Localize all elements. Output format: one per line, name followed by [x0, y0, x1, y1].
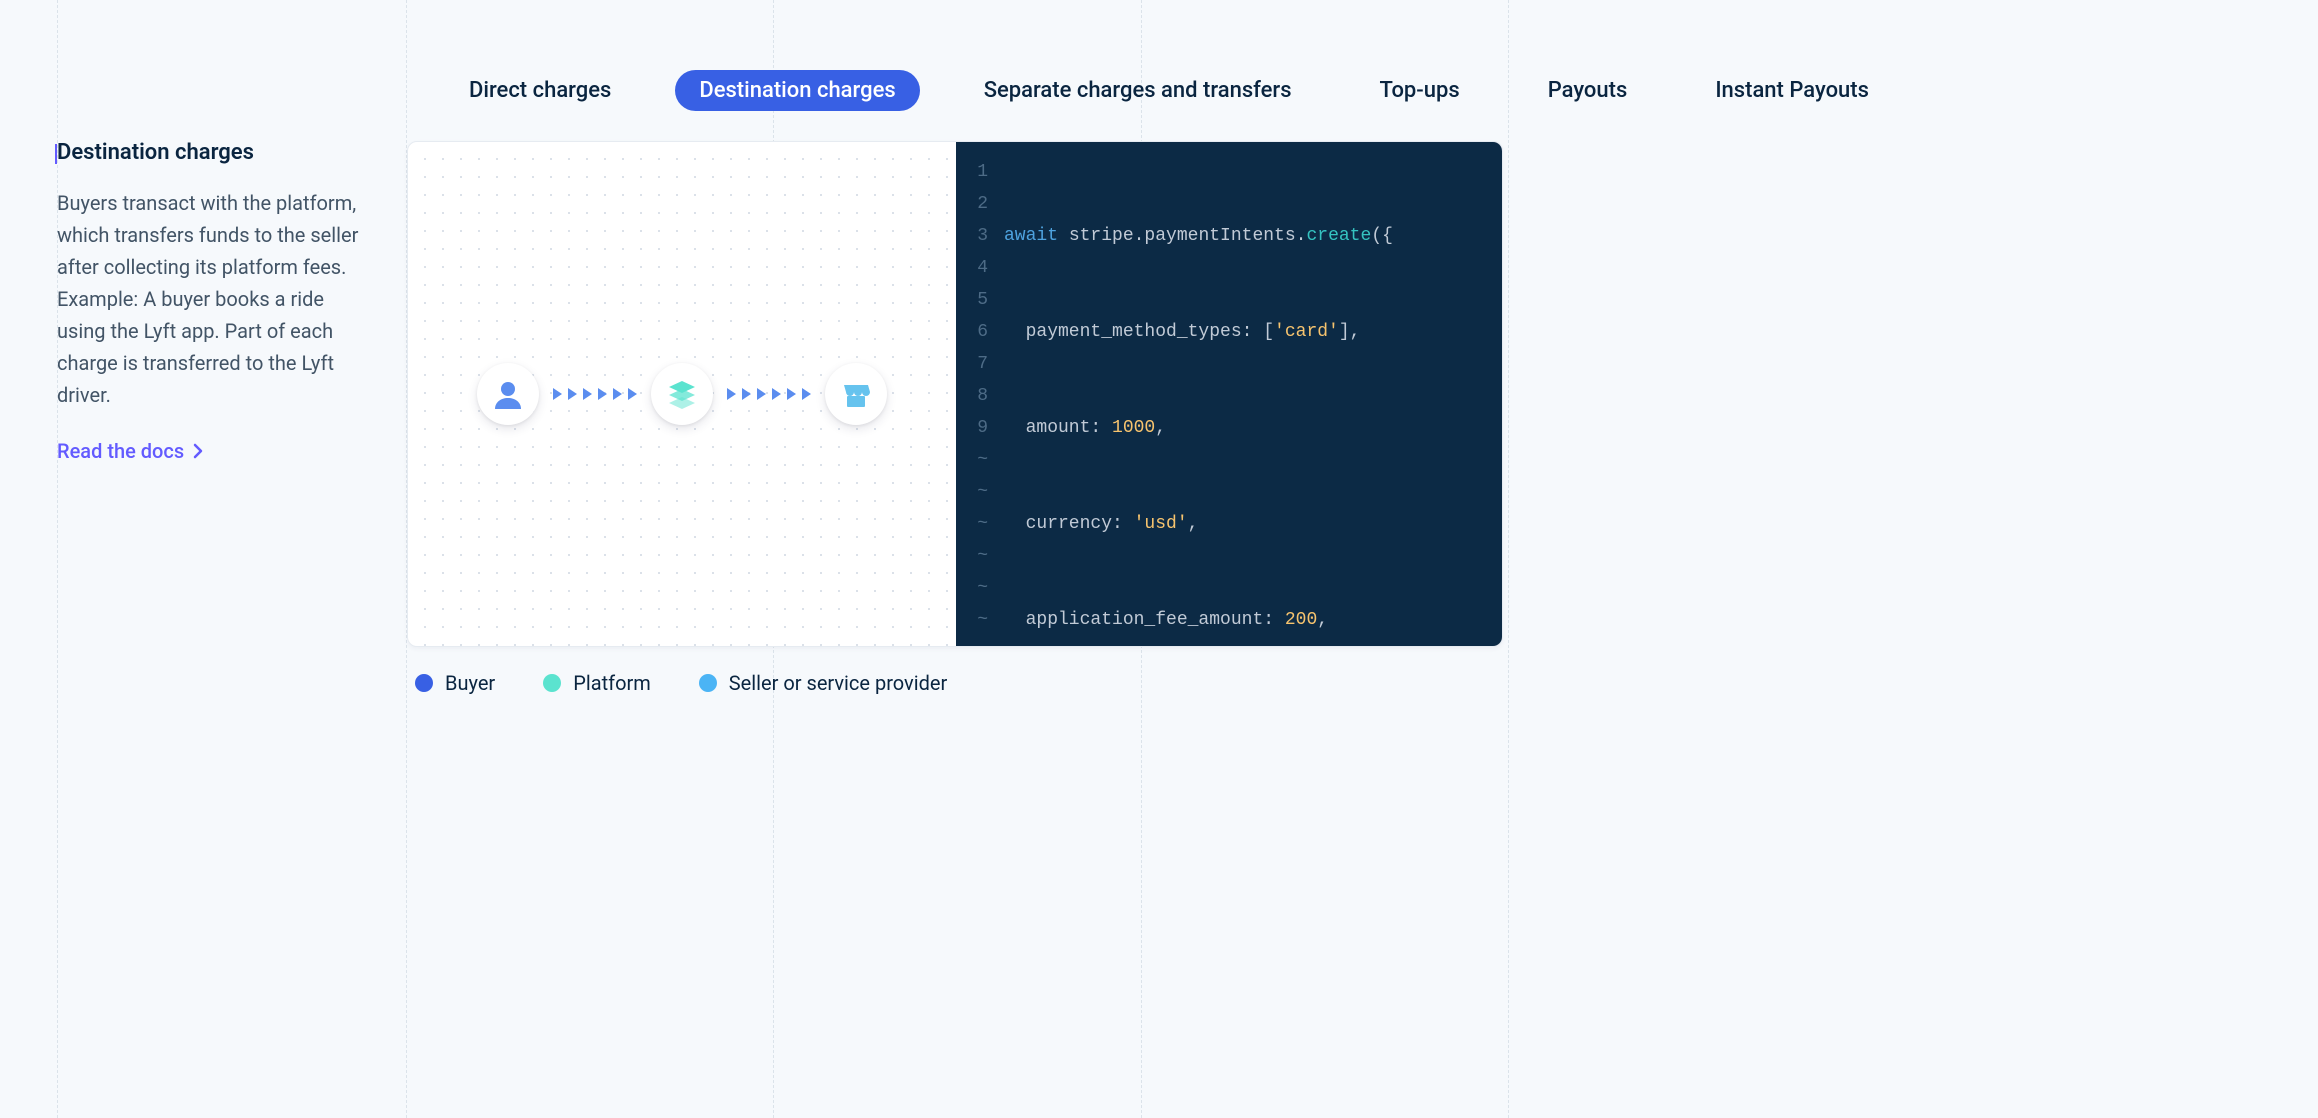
tab-separate-charges[interactable]: Separate charges and transfers: [960, 70, 1316, 111]
tab-top-ups[interactable]: Top-ups: [1356, 70, 1484, 111]
line-number: ~: [956, 476, 988, 508]
line-number: ~: [956, 540, 988, 572]
sidebar-accent: [55, 144, 57, 164]
line-number: 3: [956, 220, 988, 252]
sidebar-description: Buyers transact with the platform, which…: [57, 187, 367, 411]
node-platform: [651, 363, 713, 425]
line-number: ~: [956, 444, 988, 476]
legend-item-platform: Platform: [543, 671, 651, 695]
legend-item-buyer: Buyer: [415, 671, 495, 695]
main: Direct charges Destination charges Separ…: [407, 0, 2318, 695]
line-number: 6: [956, 316, 988, 348]
diagram-pane: [408, 142, 956, 646]
line-number: ~: [956, 572, 988, 604]
line-number: 2: [956, 188, 988, 220]
code-gutter: 1 2 3 4 5 6 7 8 9 ~ ~ ~ ~ ~ ~: [956, 156, 1004, 632]
chevron-right-icon: [192, 443, 204, 459]
line-number: 8: [956, 380, 988, 412]
read-the-docs-link[interactable]: Read the docs: [57, 439, 204, 463]
legend-label: Platform: [573, 671, 651, 695]
line-number: 4: [956, 252, 988, 284]
sidebar-title: Destination charges: [57, 140, 367, 165]
legend-label: Buyer: [445, 671, 495, 695]
legend-item-seller: Seller or service provider: [699, 671, 947, 695]
legend-label: Seller or service provider: [729, 671, 947, 695]
flow-diagram: [477, 363, 887, 425]
read-the-docs-label: Read the docs: [57, 439, 184, 463]
legend-dot-icon: [415, 674, 433, 692]
code-pane: 1 2 3 4 5 6 7 8 9 ~ ~ ~ ~ ~ ~ aw: [956, 142, 1502, 646]
line-number: 7: [956, 348, 988, 380]
node-seller: [825, 363, 887, 425]
content-panel: 1 2 3 4 5 6 7 8 9 ~ ~ ~ ~ ~ ~ aw: [407, 141, 1503, 647]
line-number: 9: [956, 412, 988, 444]
node-buyer: [477, 363, 539, 425]
line-number: ~: [956, 604, 988, 636]
tab-payouts[interactable]: Payouts: [1524, 70, 1652, 111]
storefront-icon: [839, 377, 873, 411]
tab-destination-charges[interactable]: Destination charges: [675, 70, 919, 111]
legend-dot-icon: [543, 674, 561, 692]
flow-arrows: [727, 388, 811, 400]
line-number: 5: [956, 284, 988, 316]
line-number: ~: [956, 508, 988, 540]
code-content[interactable]: await stripe.paymentIntents.create({ pay…: [1004, 156, 1502, 632]
legend-dot-icon: [699, 674, 717, 692]
sidebar: Destination charges Buyers transact with…: [57, 0, 407, 695]
line-number: 1: [956, 156, 988, 188]
user-icon: [491, 377, 525, 411]
tabs: Direct charges Destination charges Separ…: [407, 70, 2318, 111]
flow-arrows: [553, 388, 637, 400]
layers-icon: [665, 377, 699, 411]
tab-instant-payouts[interactable]: Instant Payouts: [1691, 70, 1893, 111]
tab-direct-charges[interactable]: Direct charges: [445, 70, 635, 111]
legend: Buyer Platform Seller or service provide…: [407, 647, 2318, 695]
